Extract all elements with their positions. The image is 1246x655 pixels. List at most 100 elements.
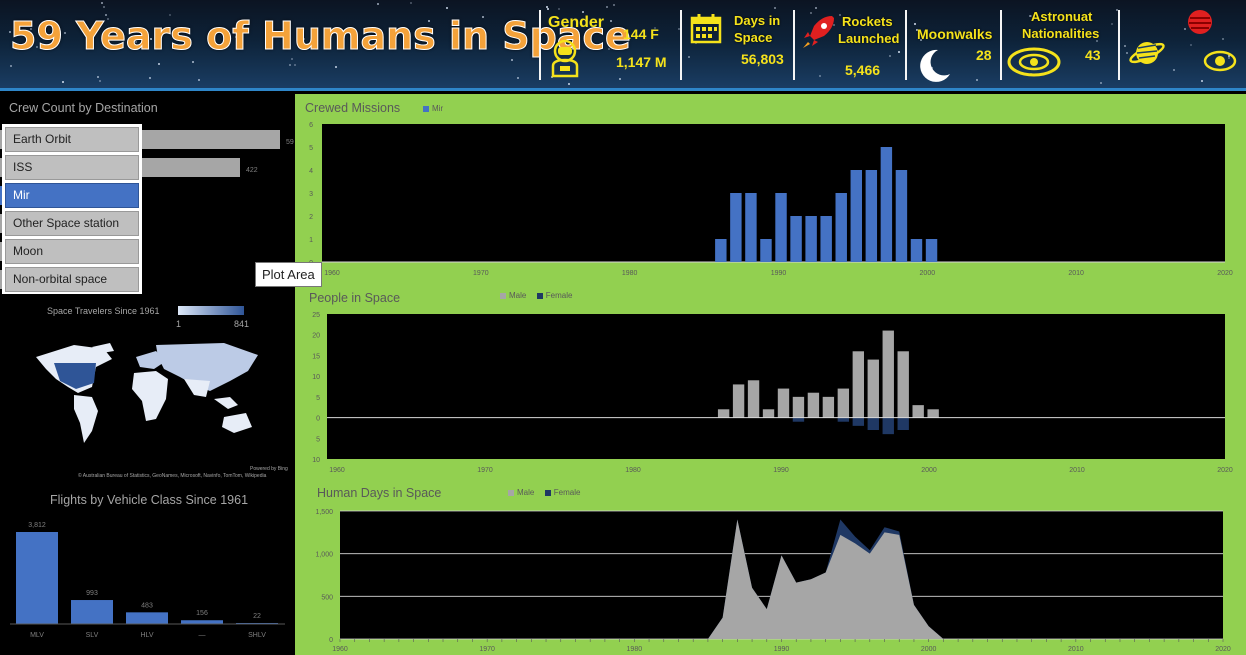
- crew-bar-label: 59: [286, 139, 294, 146]
- star-dot: [102, 5, 105, 8]
- vehicle-bar: [181, 620, 223, 624]
- calendar-icon: [690, 14, 722, 49]
- slicer-item-iss[interactable]: ISS: [5, 155, 139, 180]
- slicer-item-non-orbital-space[interactable]: Non-orbital space: [5, 267, 139, 292]
- header-divider: [905, 10, 907, 80]
- mir-bar: [895, 170, 908, 262]
- crew-count-title: Crew Count by Destination: [9, 101, 158, 115]
- star-dot: [335, 65, 338, 68]
- planet-saturn-icon: [1128, 36, 1166, 75]
- x-tick-label: 1970: [477, 467, 493, 474]
- x-tick-label: 2020: [1215, 646, 1231, 653]
- male-bar: [807, 392, 820, 418]
- nationalities-label-line1: Astronuat: [1031, 9, 1093, 24]
- y-tick-label: 1,500: [315, 509, 333, 516]
- map-title: Space Travelers Since 1961: [47, 306, 160, 316]
- star-dot: [10, 65, 13, 68]
- star-dot: [618, 77, 621, 80]
- nationalities-label-line2: Nationalities: [1022, 26, 1100, 41]
- y-tick-label: 0: [329, 637, 333, 644]
- days-label-line1: Days in: [734, 13, 781, 28]
- x-tick-label: 1970: [479, 646, 495, 653]
- destination-slicer[interactable]: Earth Orbit ISS Mir Other Space station …: [2, 124, 142, 294]
- galaxy-icon: [1006, 45, 1062, 84]
- x-tick-label: 2000: [920, 270, 936, 277]
- plot-area: [322, 124, 1225, 262]
- star-dot: [377, 2, 379, 5]
- star-dot: [98, 79, 101, 82]
- male-bar: [927, 409, 939, 418]
- gender-male-value: 1,147 M: [616, 54, 667, 70]
- female-bar: [792, 417, 805, 422]
- male-bar: [852, 351, 865, 418]
- vehicle-class-chart: 3,812 MLV 993 SLV 483 HLV 156 — 22 SHLV: [10, 522, 285, 639]
- star-dot: [818, 74, 821, 77]
- mir-bar: [880, 147, 893, 262]
- star-dot: [605, 5, 608, 8]
- y-tick-label: 5: [309, 145, 313, 152]
- male-bar: [717, 409, 730, 418]
- x-tick-label: 2020: [1217, 467, 1233, 474]
- mir-bar: [820, 216, 832, 262]
- x-tick-label: 2000: [921, 646, 937, 653]
- star-dot: [773, 7, 776, 10]
- x-tick-label: 2010: [1068, 270, 1084, 277]
- star-dot: [97, 75, 100, 78]
- star-dot: [889, 54, 892, 57]
- map-scale-min: 1: [176, 319, 182, 329]
- rockets-label-line1: Rockets: [842, 14, 893, 29]
- human-days-chart[interactable]: 0 500 1,000 1,500 1960 1970 1980 1990 2000 2010 20…: [295, 480, 1246, 655]
- people-in-space-chart[interactable]: 10 5 0 5 10 15 20 25 1960 1970 1980 1990 2000 2010 202…: [295, 284, 1246, 484]
- star-dot: [976, 78, 979, 81]
- male-bar: [762, 409, 775, 418]
- y-tick-label: 2: [309, 214, 313, 221]
- star-dot: [612, 4, 615, 7]
- nationalities-value: 43: [1085, 47, 1101, 63]
- slicer-item-moon[interactable]: Moon: [5, 239, 139, 264]
- crewed-missions-chart[interactable]: 01234561960197019801990200020102020: [295, 94, 1246, 284]
- map-scale-max: 841: [234, 319, 250, 329]
- y-tick-label: 5: [316, 395, 320, 402]
- moon-icon: [916, 48, 952, 88]
- map-credit-sources: © Australian Bureau of Statistics, GeoNa…: [78, 473, 267, 479]
- star-dot: [62, 80, 65, 83]
- crew-bar-label: 422: [246, 167, 258, 174]
- male-bar: [747, 380, 760, 418]
- y-tick-label: 20: [312, 333, 320, 340]
- mir-bar: [715, 239, 727, 262]
- x-tick-label: 1960: [332, 646, 348, 653]
- mir-bar: [745, 193, 757, 262]
- x-tick-label: 2020: [1217, 270, 1233, 277]
- male-bar: [822, 396, 835, 418]
- female-bar: [837, 417, 850, 422]
- star-dot: [688, 56, 691, 59]
- star-dot: [445, 6, 448, 9]
- rockets-label-line2: Launched: [838, 31, 900, 46]
- slicer-item-earth-orbit[interactable]: Earth Orbit: [5, 127, 139, 152]
- vehicle-bar: [126, 612, 168, 624]
- slicer-item-other-space-station[interactable]: Other Space station: [5, 211, 139, 236]
- x-tick-label: 1980: [627, 646, 643, 653]
- star-dot: [568, 83, 571, 86]
- vehicle-tick-label: SHLV: [248, 632, 266, 639]
- female-bar: [867, 417, 879, 430]
- planet-red-icon: [1186, 8, 1214, 41]
- male-bar: [867, 359, 879, 418]
- mir-bar: [910, 239, 923, 262]
- star-dot: [409, 2, 412, 5]
- x-tick-label: 1970: [473, 270, 489, 277]
- rocket-icon: [800, 12, 838, 55]
- y-tick-label: 4: [309, 168, 313, 175]
- male-bar: [912, 405, 924, 418]
- male-bar: [792, 396, 805, 418]
- right-panel: Crewed Missions Mir 01234561960197019801…: [295, 94, 1246, 655]
- slicer-item-mir[interactable]: Mir: [5, 183, 139, 208]
- x-tick-label: 1980: [625, 467, 641, 474]
- vehicle-bar-label: 156: [196, 610, 208, 617]
- star-dot: [149, 77, 152, 80]
- y-tick-label: 3: [309, 191, 313, 198]
- vehicle-tick-label: HLV: [140, 632, 153, 639]
- x-tick-label: 2010: [1068, 646, 1084, 653]
- vehicle-bar: [71, 600, 113, 624]
- mir-bar: [730, 193, 742, 262]
